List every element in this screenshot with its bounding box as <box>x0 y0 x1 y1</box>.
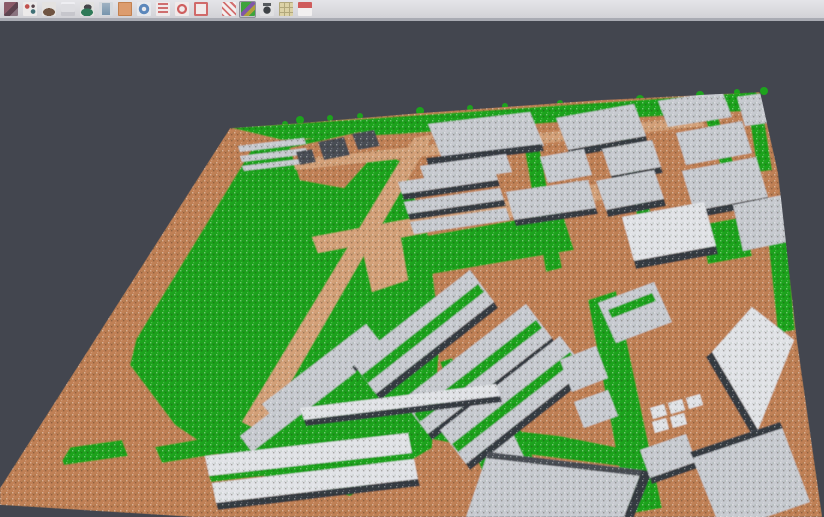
dark-camera-icon <box>260 2 274 16</box>
red-stripe-document-icon <box>298 2 312 16</box>
red-stripe-document-button[interactable] <box>296 1 313 18</box>
toolbar-separator <box>211 1 220 18</box>
red-hatch-box-button[interactable] <box>220 1 237 18</box>
green-hill-icon <box>80 2 94 16</box>
tree-canopy-bump <box>760 87 768 95</box>
red-corners-icon <box>194 2 208 16</box>
green-hill-button[interactable] <box>78 1 95 18</box>
maroon-grid-button[interactable] <box>2 1 19 18</box>
gray-document-icon <box>61 2 75 16</box>
orange-square-icon <box>118 2 132 16</box>
blue-globe-button[interactable] <box>135 1 152 18</box>
red-teal-dots-icon <box>23 2 37 16</box>
brown-hill-button[interactable] <box>40 1 57 18</box>
red-ring-icon <box>175 2 189 16</box>
orange-square-button[interactable] <box>116 1 133 18</box>
red-ring-button[interactable] <box>173 1 190 18</box>
brown-hill-icon <box>42 2 56 16</box>
dark-camera-button[interactable] <box>258 1 275 18</box>
application-window <box>0 0 824 517</box>
blue-column-icon <box>99 2 113 16</box>
main-toolbar <box>0 0 824 21</box>
tan-grid-icon <box>279 2 293 16</box>
tan-grid-button[interactable] <box>277 1 294 18</box>
red-rows-icon <box>156 2 170 16</box>
maroon-grid-icon <box>4 2 18 16</box>
red-rows-button[interactable] <box>154 1 171 18</box>
green-palette-icon <box>241 2 255 16</box>
blue-globe-icon <box>137 2 151 16</box>
red-teal-dots-button[interactable] <box>21 1 38 18</box>
terrain-group <box>0 80 824 517</box>
point-cloud-viewport[interactable] <box>0 0 824 517</box>
gray-document-button[interactable] <box>59 1 76 18</box>
green-palette-button[interactable] <box>239 1 256 18</box>
blue-column-button[interactable] <box>97 1 114 18</box>
tree-canopy-bump <box>327 115 333 121</box>
red-hatch-box-icon <box>222 2 236 16</box>
red-corners-button[interactable] <box>192 1 209 18</box>
point-dither-overlay <box>0 80 824 517</box>
